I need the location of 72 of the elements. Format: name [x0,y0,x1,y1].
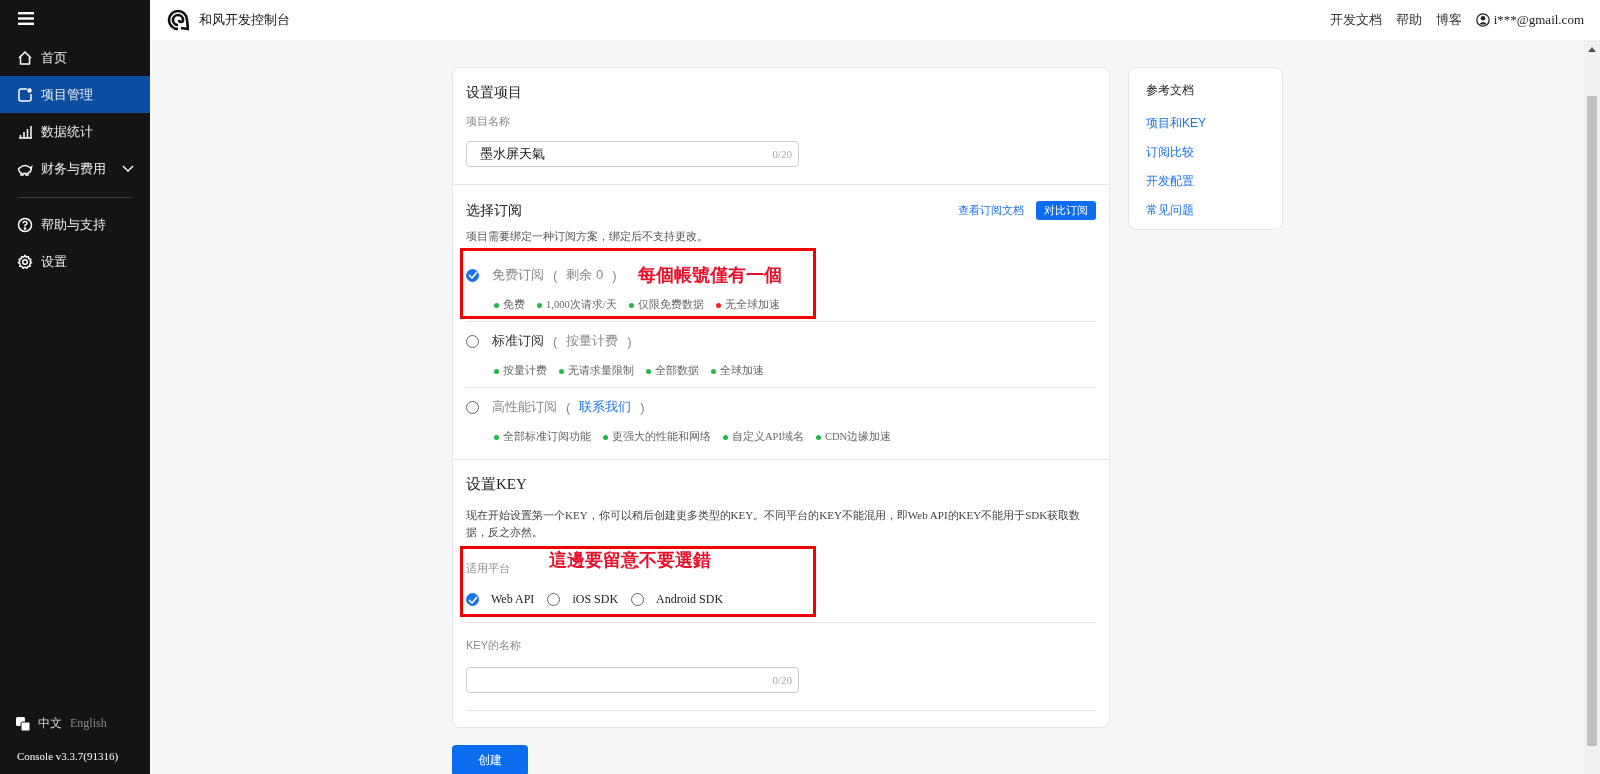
annotation-text: 每個帳號僅有一個 [638,264,782,286]
sidebar-item[interactable]: 设置 [0,243,150,280]
scrollbar-thumb[interactable] [1587,96,1597,746]
parenthesis: ) [627,333,632,349]
settings-icon [17,253,33,270]
field-label: KEY的名称 [466,639,521,652]
annotation-text: 這邊要留意不要選錯 [549,549,711,571]
scrollbar[interactable] [1584,40,1600,774]
feature-text: 仅限免费数据 [637,298,704,312]
radio-button[interactable] [466,593,479,606]
feature-text: 全部标准订阅功能 [503,430,591,444]
feature-text: 全球加速 [720,364,764,378]
doc-link[interactable]: 常见问题 [1146,202,1194,219]
parenthesis: ) [640,399,645,415]
account-email[interactable]: i***@gmail.com [1493,12,1584,28]
feature-text: 更强大的性能和网络 [612,430,711,444]
feature-text: 全部数据 [655,364,699,378]
doc-link[interactable]: 项目和KEY [1146,115,1206,132]
radio-label[interactable]: iOS SDK [572,592,619,607]
field-label: 项目名称 [466,115,510,128]
create-button[interactable]: 创建 [452,745,528,774]
parenthesis: ( [553,267,558,283]
home-icon [17,49,33,66]
radio-label[interactable]: Web API [491,592,535,607]
section-title: 设置项目 [466,84,523,101]
swirl-logo-icon [167,9,189,31]
nav-link[interactable]: 博客 [1435,11,1462,29]
language-option[interactable]: 中文 [38,715,62,732]
plan-note: 剩余 0 [566,266,604,284]
nav-link[interactable]: 开发文档 [1329,11,1382,29]
scroll-up-icon[interactable] [1588,47,1596,52]
bar-chart-icon [17,123,33,140]
description-text: 项目需要绑定一种订阅方案，绑定后不支持更改。 [466,230,709,243]
project-name-field[interactable]: 墨水屏天氣 0/20 [466,141,799,167]
feature-text: 按量计费 [503,364,547,378]
feature-text: 1,000次请求/天 [546,298,617,312]
parenthesis: ( [553,333,558,349]
feature-text: 无请求量限制 [568,364,634,378]
help-icon [17,216,33,233]
section-title: 选择订阅 [466,202,522,219]
sidebar-item[interactable]: 首页 [0,39,150,76]
rounded-square-icon [17,86,33,103]
feature-text: 免费 [503,298,525,312]
feature-text: 无全球加速 [724,298,780,312]
sidebar-item[interactable]: 数据统计 [0,113,150,150]
language-option[interactable]: English [70,716,107,731]
plan-name: 高性能订阅 [492,398,557,416]
radio-label[interactable]: Android SDK [656,592,724,607]
nav-link[interactable]: 帮助 [1395,11,1422,29]
card-title: 参考文档 [1146,82,1194,99]
feature-text: 自定义API域名 [732,430,804,444]
feature-text: CDN边缘加速 [824,430,892,444]
plan-name: 标准订阅 [492,332,544,350]
user-icon[interactable] [1475,13,1490,27]
description-text: 现在开始设置第一个KEY，你可以稍后创建更多类型的KEY。不同平台的KEY不能混用，即Web API的KEY不能用于SDK获取数据，反之亦然。 [466,508,1082,540]
translate-icon [16,716,30,731]
menu-icon[interactable] [18,12,34,25]
plan-note: 按量计费 [566,332,619,350]
parenthesis: ) [612,267,617,283]
sidebar-item[interactable]: 项目管理 [0,76,150,113]
sidebar-item[interactable]: 帮助与支持 [0,206,150,243]
doc-link[interactable]: 开发配置 [1146,173,1194,190]
brand-title: 和风开发控制台 [199,11,290,29]
field-label: 适用平台 [466,562,510,575]
compare-button[interactable]: 对比订阅 [1036,201,1096,220]
section-title: 设置KEY [466,476,528,493]
parenthesis: ( [566,399,571,415]
plan-name: 免费订阅 [492,266,544,284]
doc-link[interactable]: 订阅比较 [1146,144,1194,161]
sidebar-item[interactable]: 财务与费用 [0,150,150,187]
version-text: Console v3.3.7(91316) [16,750,120,762]
docs-link[interactable]: 查看订阅文档 [958,203,1024,218]
